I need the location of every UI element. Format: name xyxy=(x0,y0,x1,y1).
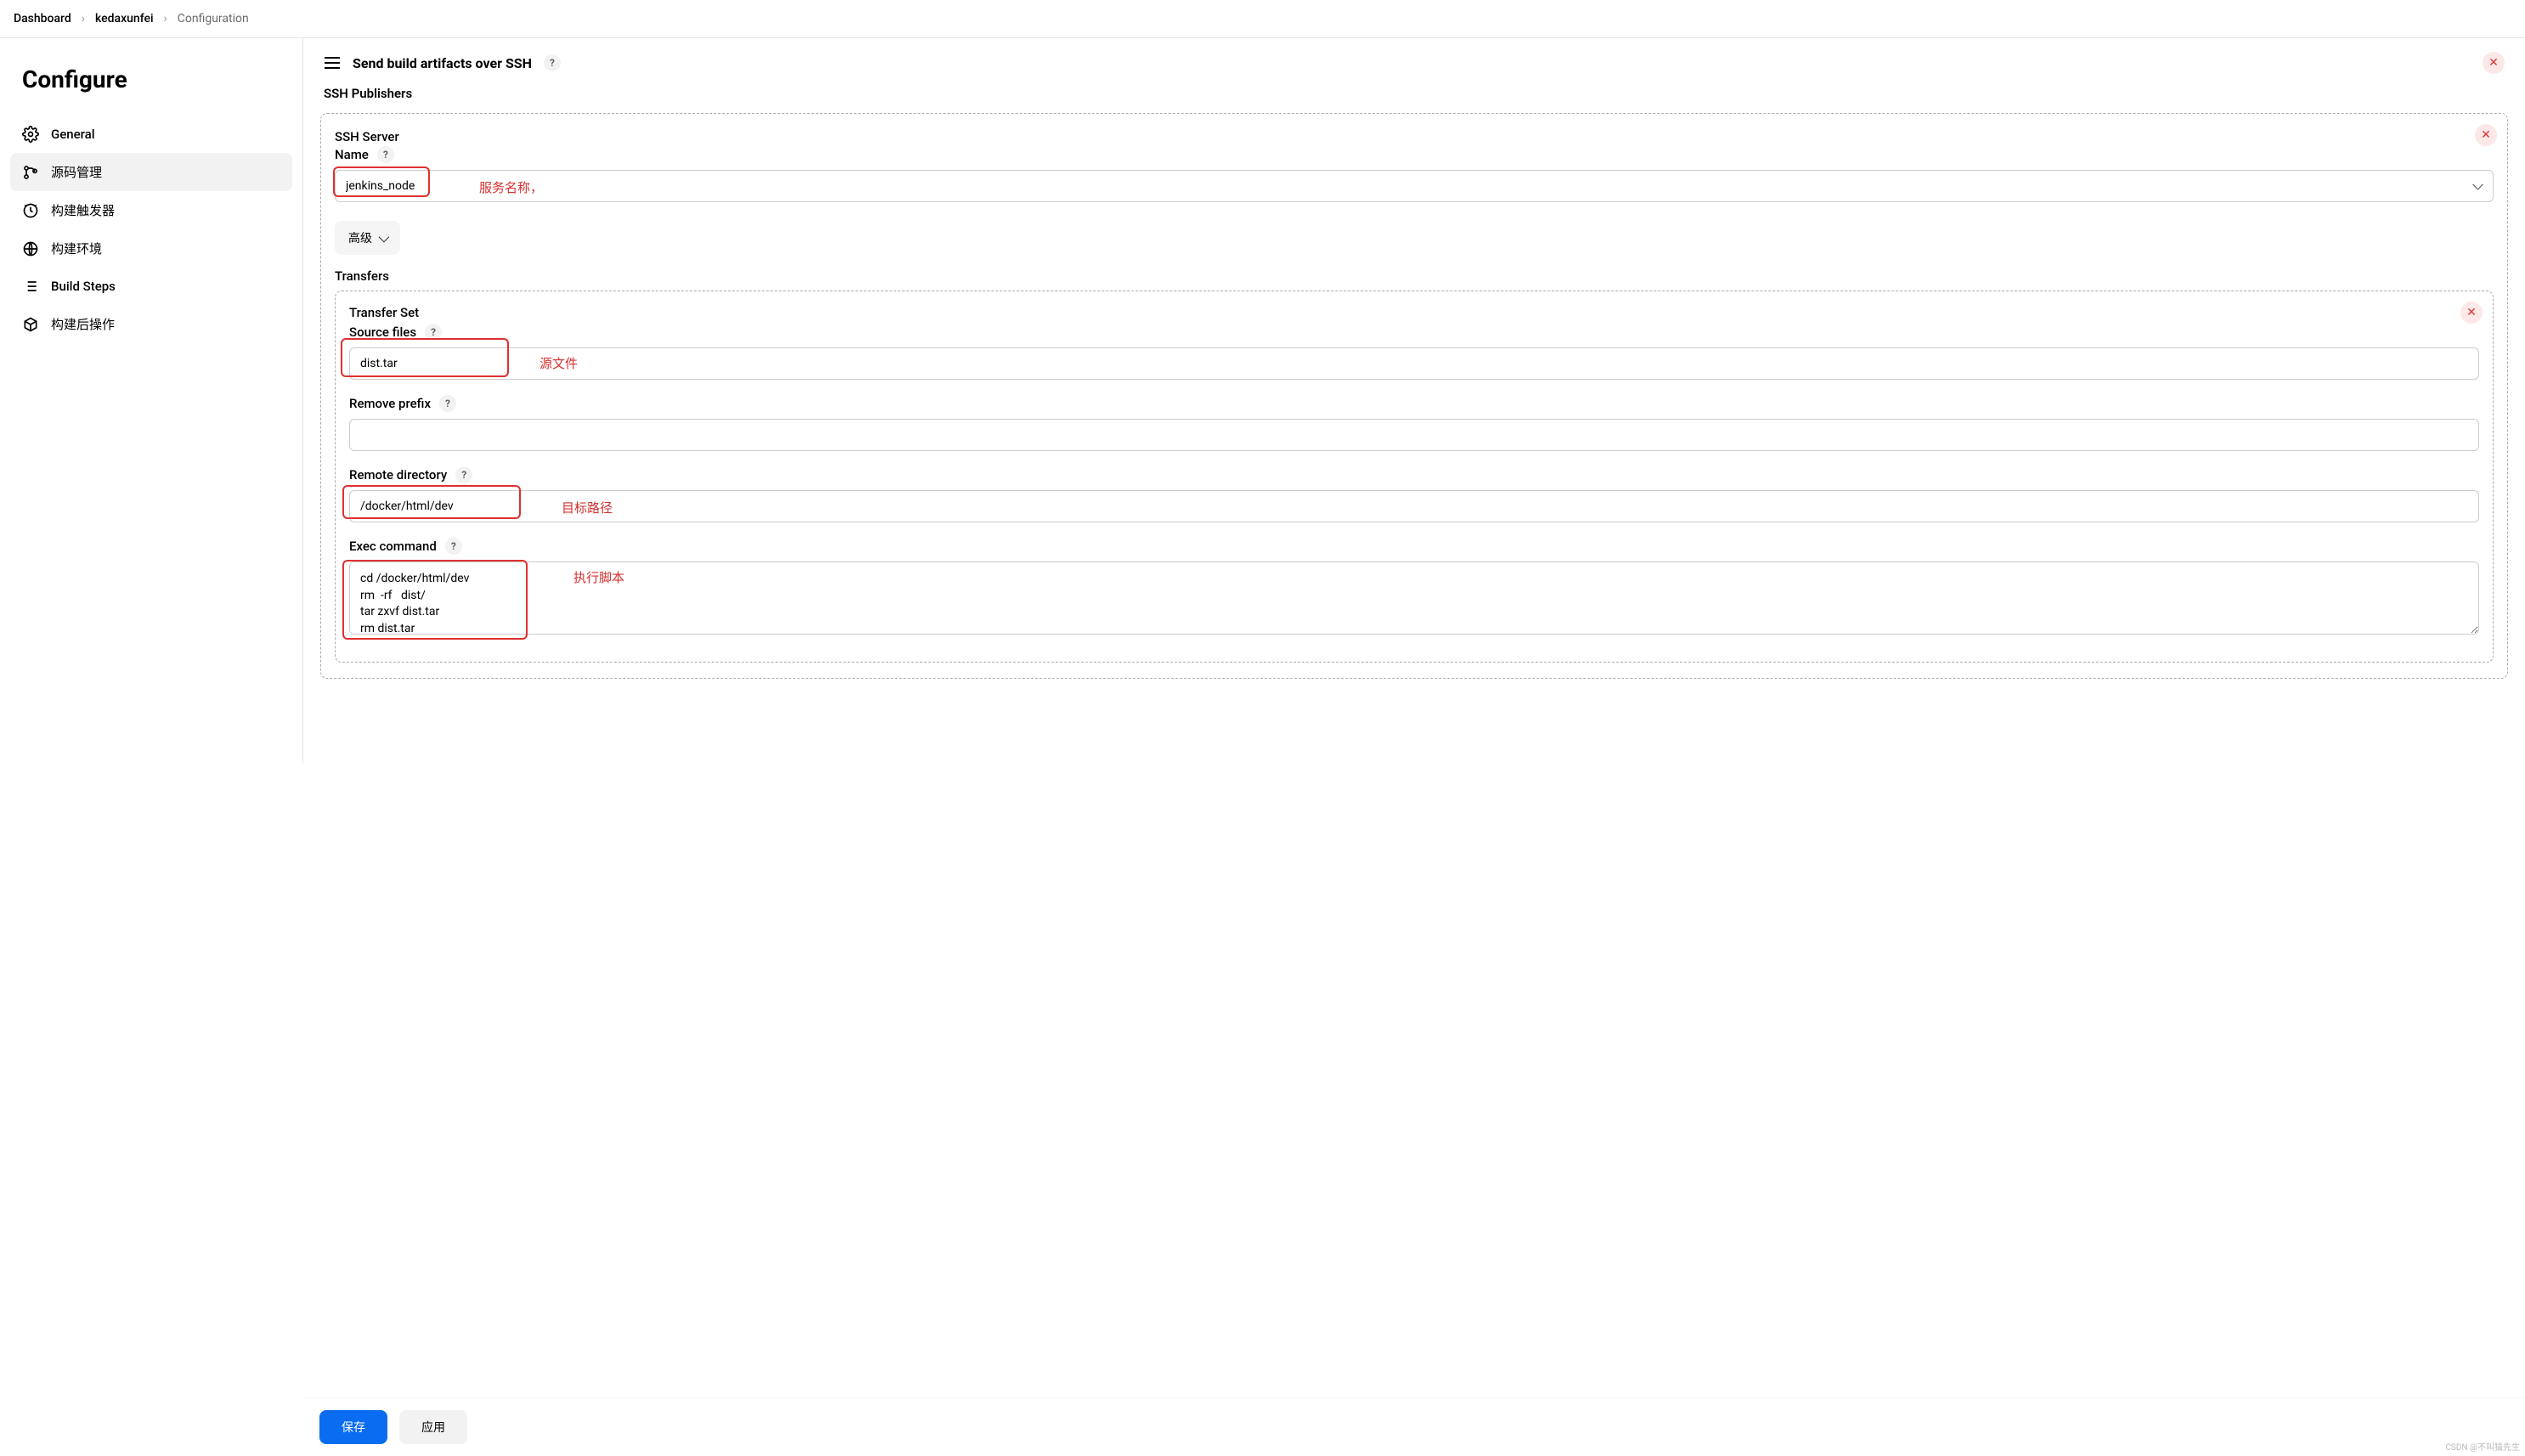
chevron-right-icon: › xyxy=(82,12,85,25)
help-icon[interactable]: ? xyxy=(439,395,456,412)
breadcrumb-current: Configuration xyxy=(178,12,249,25)
close-button[interactable]: ✕ xyxy=(2483,52,2505,74)
branch-icon xyxy=(22,164,39,181)
transfer-set-label: Transfer Set xyxy=(349,305,2479,320)
remote-directory-input[interactable] xyxy=(349,490,2479,522)
globe-icon xyxy=(22,240,39,257)
list-icon xyxy=(22,278,39,295)
transfers-label: Transfers xyxy=(335,268,2494,284)
remove-prefix-input[interactable] xyxy=(349,419,2479,451)
ssh-server-label: SSH Server xyxy=(335,129,2494,144)
remove-prefix-label: Remove prefix xyxy=(349,396,431,411)
server-name-select[interactable]: jenkins_node xyxy=(335,170,2494,202)
section-title: Send build artifacts over SSH xyxy=(353,55,532,71)
clock-icon xyxy=(22,202,39,219)
exec-command-label: Exec command xyxy=(349,539,437,554)
help-icon[interactable]: ? xyxy=(455,466,472,483)
footer: 保存 应用 xyxy=(302,1397,2525,1456)
ssh-publishers-label: SSH Publishers xyxy=(320,82,2508,104)
name-label: Name xyxy=(335,147,369,162)
advanced-button[interactable]: 高级 xyxy=(335,221,400,255)
breadcrumb-project[interactable]: kedaxunfei xyxy=(95,12,154,25)
sidebar-item-label: 构建后操作 xyxy=(51,315,115,333)
sidebar-item-label: 构建环境 xyxy=(51,240,102,257)
section-header: Send build artifacts over SSH ? ✕ xyxy=(320,38,2508,82)
sidebar-item-general[interactable]: General xyxy=(10,116,292,153)
breadcrumb-dashboard[interactable]: Dashboard xyxy=(14,12,71,25)
sidebar-item-build-steps[interactable]: Build Steps xyxy=(10,268,292,305)
remote-directory-label: Remote directory xyxy=(349,467,447,483)
chevron-right-icon: › xyxy=(164,12,167,25)
sidebar-item-env[interactable]: 构建环境 xyxy=(10,229,292,268)
sidebar-item-label: 源码管理 xyxy=(51,163,102,181)
remove-transfer-button[interactable]: ✕ xyxy=(2460,302,2483,324)
sidebar-item-label: Build Steps xyxy=(51,279,116,294)
help-icon[interactable]: ? xyxy=(544,54,561,71)
package-icon xyxy=(22,316,39,333)
gear-icon xyxy=(22,126,39,143)
sidebar-item-triggers[interactable]: 构建触发器 xyxy=(10,191,292,229)
help-icon[interactable]: ? xyxy=(425,324,442,341)
main-content: Send build artifacts over SSH ? ✕ SSH Pu… xyxy=(302,38,2525,764)
transfer-set-box: ✕ Transfer Set Source files ? 源文件 Remove… xyxy=(335,291,2494,663)
source-files-input[interactable] xyxy=(349,347,2479,380)
sidebar-item-label: 构建触发器 xyxy=(51,201,115,219)
ssh-server-box: ✕ SSH Server Name ? jenkins_node 服务名称， 高… xyxy=(320,113,2508,679)
save-button[interactable]: 保存 xyxy=(319,1410,387,1444)
menu-icon[interactable] xyxy=(324,57,341,69)
sidebar-item-scm[interactable]: 源码管理 xyxy=(10,153,292,191)
exec-command-input[interactable] xyxy=(349,562,2479,635)
remove-server-button[interactable]: ✕ xyxy=(2475,124,2497,146)
sidebar-item-post-build[interactable]: 构建后操作 xyxy=(10,305,292,343)
source-files-label: Source files xyxy=(349,324,416,340)
sidebar: Configure General 源码管理 构建触发器 构建环境 xyxy=(0,38,302,764)
help-icon[interactable]: ? xyxy=(377,146,394,163)
sidebar-item-label: General xyxy=(51,127,95,142)
breadcrumb: Dashboard › kedaxunfei › Configuration xyxy=(0,0,2525,38)
watermark: CSDN @不叫猫先生 xyxy=(2445,1440,2520,1453)
help-icon[interactable]: ? xyxy=(445,538,462,555)
page-title: Configure xyxy=(10,57,292,116)
apply-button[interactable]: 应用 xyxy=(399,1410,467,1444)
